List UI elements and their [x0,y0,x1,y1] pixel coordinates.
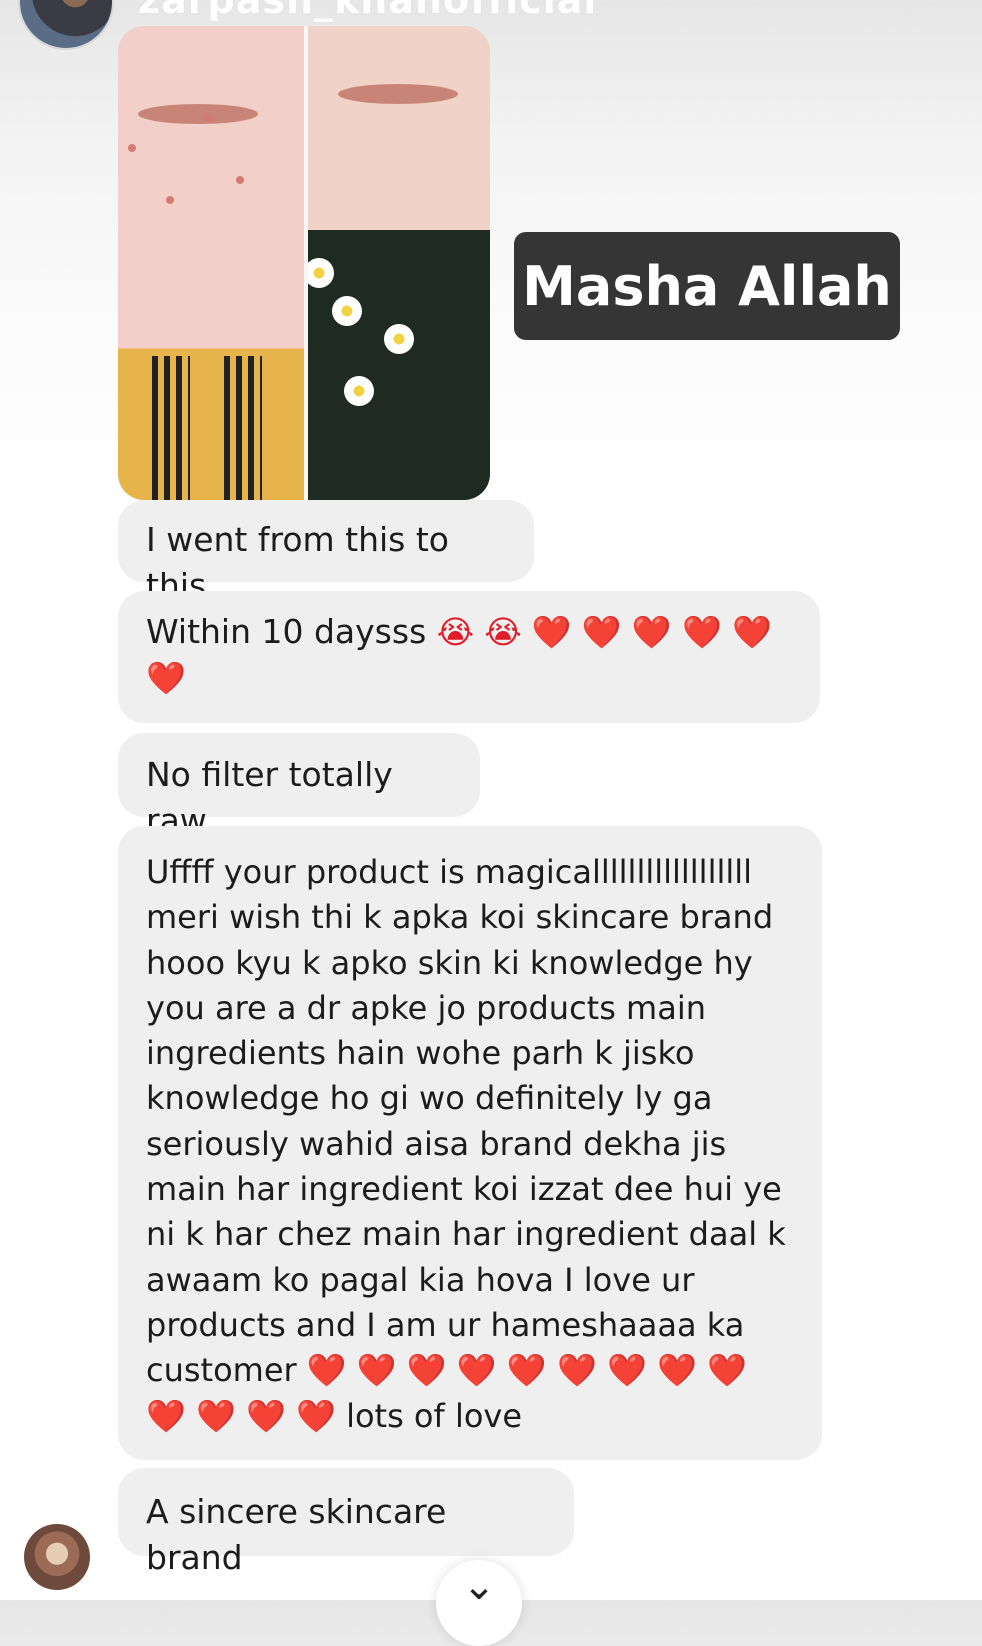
message-text: A sincere skincare brand [146,1492,447,1577]
before-photo [118,26,304,500]
daisy-print [332,296,362,326]
photo-divider [304,26,308,500]
sender-username[interactable]: zarpash_khanofficial [138,0,597,22]
message-text-tail: lots of love [346,1396,523,1435]
message-bubble[interactable]: No filter totally raw [118,733,480,840]
message-bubble[interactable]: I went from this to this [118,500,534,605]
message-text: Within 10 daysss [146,612,427,651]
overlay-caption-text: Masha Allah [522,254,892,318]
message-text: Uffff your product is magicallllllllllll… [146,853,786,1390]
sender-avatar[interactable] [18,0,114,50]
overlay-caption: Masha Allah [514,232,900,340]
daisy-print [344,376,374,406]
daisy-print [304,258,334,288]
sender-avatar-small[interactable] [24,1524,90,1590]
embroidery-pattern [224,356,262,500]
before-after-photo[interactable] [118,26,490,500]
scroll-down-button[interactable]: ⌄ [436,1560,522,1646]
acne-spot [128,144,136,152]
acne-spot [204,114,212,122]
message-bubble[interactable]: A sincere skincare brand [118,1468,574,1577]
daisy-print [384,324,414,354]
lips-after [338,84,458,104]
lips-before [138,104,258,124]
chevron-down-icon: ⌄ [462,1563,496,1609]
embroidery-pattern [152,356,190,500]
message-bubble[interactable]: Within 10 daysss 😭 😭 ❤️ ❤️ ❤️ ❤️ ❤️ ❤️ [118,591,820,723]
acne-spot [166,196,174,204]
message-bubble[interactable]: Uffff your product is magicallllllllllll… [118,826,822,1460]
acne-spot [236,176,244,184]
